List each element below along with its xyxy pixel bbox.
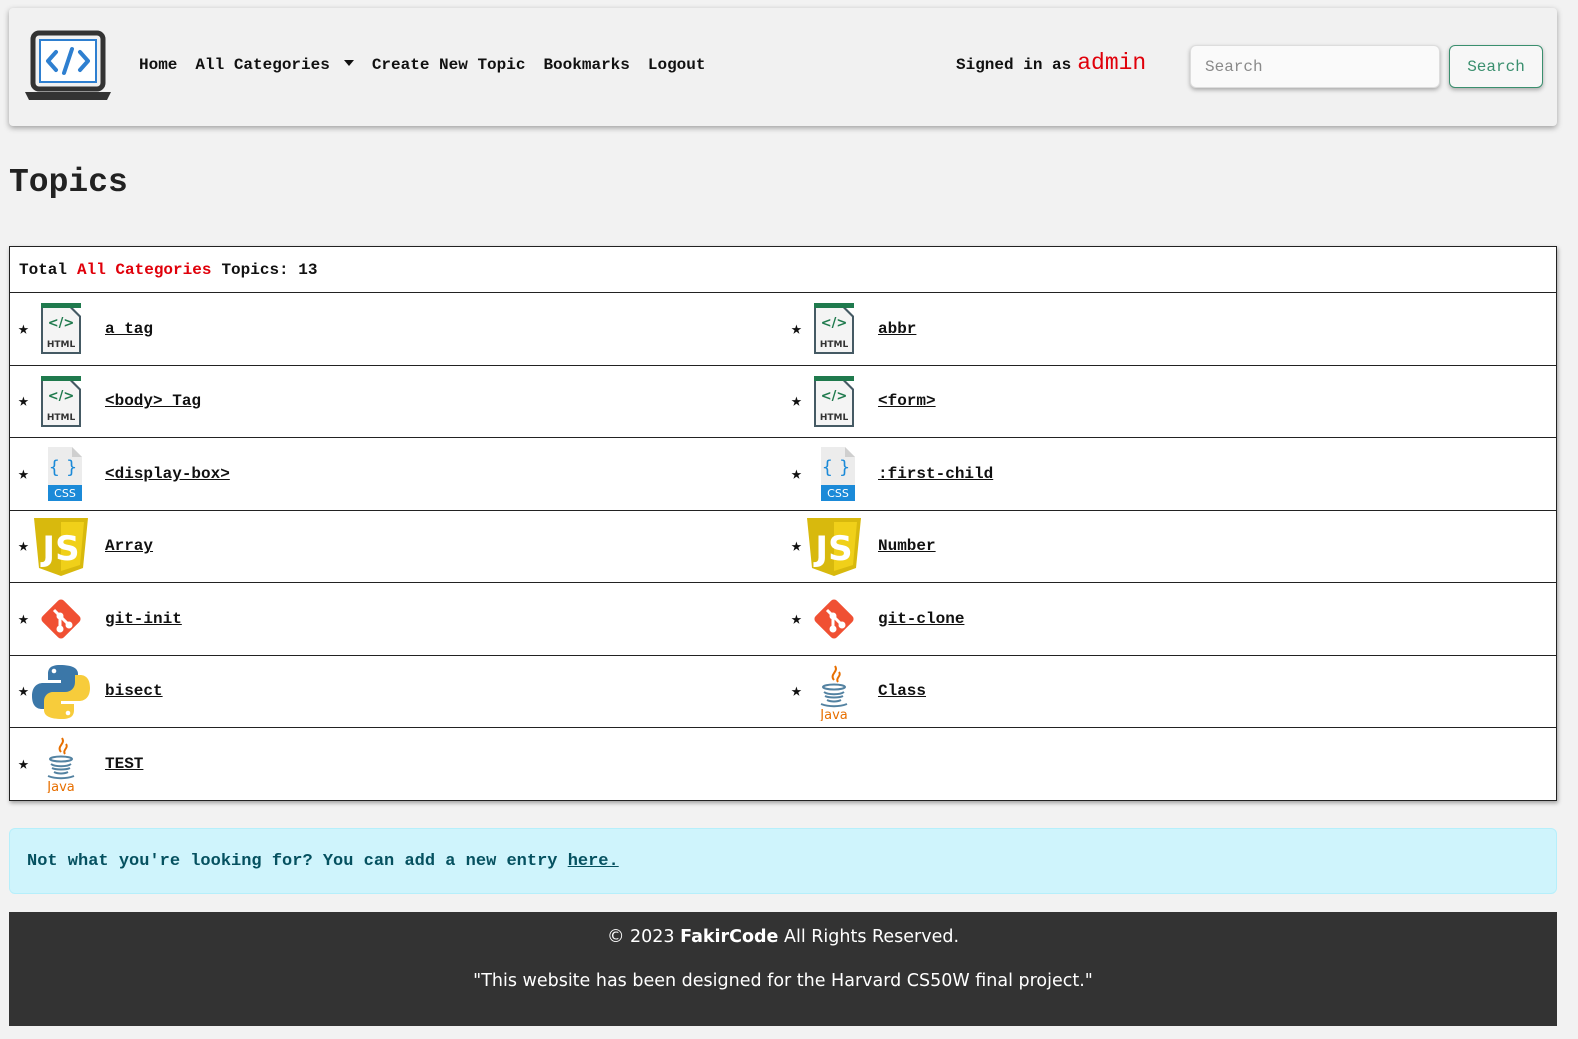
bookmark-star-icon[interactable]: ★ [18, 390, 29, 412]
topic-link[interactable]: :first-child [878, 465, 993, 483]
nav-create-topic-link[interactable]: Create New Topic [372, 56, 526, 74]
svg-text:</>: </> [821, 316, 848, 331]
footer-note: "This website has been designed for the … [473, 971, 1093, 991]
search-button[interactable]: Search [1449, 45, 1543, 88]
topic-link[interactable]: <body> Tag [105, 392, 201, 410]
copyright-text: © 2023 [606, 927, 675, 947]
signed-in-label: Signed in as [956, 56, 1072, 74]
bookmark-star-icon[interactable]: ★ [791, 608, 802, 630]
page-title: Topics [9, 164, 128, 201]
summary-count: Topics: 13 [221, 260, 318, 279]
chevron-down-icon [343, 60, 354, 66]
footer-copyright: © 2023 FakirCode All Rights Reserved. [9, 927, 1557, 947]
topic-link[interactable]: git-init [105, 610, 182, 628]
topics-summary: Total All Categories Topics: 13 [10, 247, 1556, 293]
topic-link[interactable]: <display-box> [105, 465, 230, 483]
bookmark-star-icon[interactable]: ★ [18, 608, 29, 630]
topic-link[interactable]: Array [105, 537, 153, 555]
table-row: ★ git-init ★ git-clone [10, 583, 1556, 656]
topics-table: Total All Categories Topics: 13 ★ </> HTML a … [9, 246, 1557, 801]
topic-link[interactable]: bisect [105, 682, 163, 700]
topic-cell: ★ Java Class [783, 656, 1556, 728]
summary-prefix: Total [19, 260, 68, 279]
table-row: ★ </> HTML <body> Tag ★ </> HTML <form> [10, 366, 1556, 438]
topic-link[interactable]: git-clone [878, 610, 964, 628]
svg-text:{ }: { } [49, 457, 78, 478]
search-input[interactable] [1190, 45, 1440, 88]
svg-text:CSS: CSS [827, 487, 849, 500]
footer-rights: All Rights Reserved. [784, 927, 960, 947]
topic-cell: ★ </> HTML a tag [10, 293, 783, 365]
topic-cell: ★ Java TEST [10, 728, 783, 800]
alert-text: Not what you're looking for? You can add… [27, 851, 568, 871]
code-laptop-logo-icon[interactable] [23, 30, 113, 102]
svg-text:CSS: CSS [54, 487, 76, 500]
navbar: Home All Categories Create New Topic Boo… [9, 8, 1557, 126]
topic-cell: ★ { } CSS :first-child [783, 438, 1556, 510]
bookmark-star-icon[interactable]: ★ [791, 463, 802, 485]
bookmark-star-icon[interactable]: ★ [18, 753, 29, 775]
topic-rows: ★ </> HTML a tag ★ </> HTML abbr ★ </> HTML <body> … [10, 293, 1556, 800]
topic-cell: ★ git-init [10, 583, 783, 655]
svg-text:HTML: HTML [820, 340, 849, 350]
summary-category: All Categories [77, 260, 212, 279]
svg-text:Java: Java [46, 780, 74, 793]
topic-link[interactable]: abbr [878, 320, 916, 338]
svg-text:{ }: { } [822, 457, 851, 478]
svg-text:JS: JS [813, 529, 852, 569]
topic-cell: ★ git-clone [783, 583, 1556, 655]
bookmark-star-icon[interactable]: ★ [18, 535, 29, 557]
svg-text:</>: </> [821, 389, 848, 404]
bookmark-star-icon[interactable]: ★ [18, 318, 29, 340]
bookmark-star-icon[interactable]: ★ [791, 318, 802, 340]
footer: © 2023 FakirCode All Rights Reserved. "T… [9, 912, 1557, 1026]
bookmark-star-icon[interactable]: ★ [18, 463, 29, 485]
topic-cell: ★ </> HTML abbr [783, 293, 1556, 365]
table-row: ★ { } CSS <display-box> ★ { } CSS :first-child [10, 438, 1556, 511]
svg-text:JS: JS [40, 529, 79, 569]
nav-home-link[interactable]: Home [139, 56, 177, 74]
topic-cell [783, 728, 1556, 800]
topic-link[interactable]: a tag [105, 320, 153, 338]
bookmark-star-icon[interactable]: ★ [791, 535, 802, 557]
svg-text:HTML: HTML [47, 340, 76, 350]
svg-text:HTML: HTML [47, 413, 76, 423]
nav-categories-label: All Categories [195, 56, 330, 74]
topic-cell: ★ </> HTML <body> Tag [10, 366, 783, 438]
topic-link[interactable]: TEST [105, 755, 143, 773]
signed-in-status: Signed in as admin [956, 50, 1146, 76]
topic-cell: ★ bisect [10, 656, 783, 728]
table-row: ★ </> HTML a tag ★ </> HTML abbr [10, 293, 1556, 366]
nav-logout-link[interactable]: Logout [648, 56, 706, 74]
topic-link[interactable]: <form> [878, 392, 936, 410]
table-row: ★ bisect ★ Java Class [10, 656, 1556, 728]
bookmark-star-icon[interactable]: ★ [791, 680, 802, 702]
nav-links: Home All Categories Create New Topic Boo… [139, 56, 723, 74]
topic-link[interactable]: Number [878, 537, 936, 555]
bookmark-star-icon[interactable]: ★ [791, 390, 802, 412]
topic-link[interactable]: Class [878, 682, 926, 700]
table-row: ★ JS Array ★ JS Number [10, 511, 1556, 583]
footer-brand: FakirCode [680, 927, 779, 947]
topic-cell: ★ { } CSS <display-box> [10, 438, 783, 510]
svg-text:Java: Java [819, 708, 847, 721]
nav-categories-dropdown[interactable]: All Categories [195, 56, 354, 74]
svg-text:HTML: HTML [820, 413, 849, 423]
topic-cell: ★ </> HTML <form> [783, 366, 1556, 438]
add-entry-link[interactable]: here. [568, 852, 619, 871]
add-entry-alert: Not what you're looking for? You can add… [9, 828, 1557, 894]
svg-text:</>: </> [48, 389, 75, 404]
bookmark-star-icon[interactable]: ★ [18, 680, 29, 702]
topic-cell: ★ JS Array [10, 511, 783, 583]
topic-cell: ★ JS Number [783, 511, 1556, 583]
svg-text:</>: </> [48, 316, 75, 331]
table-row: ★ Java TEST [10, 728, 1556, 800]
username: admin [1077, 50, 1147, 76]
nav-bookmarks-link[interactable]: Bookmarks [543, 56, 629, 74]
